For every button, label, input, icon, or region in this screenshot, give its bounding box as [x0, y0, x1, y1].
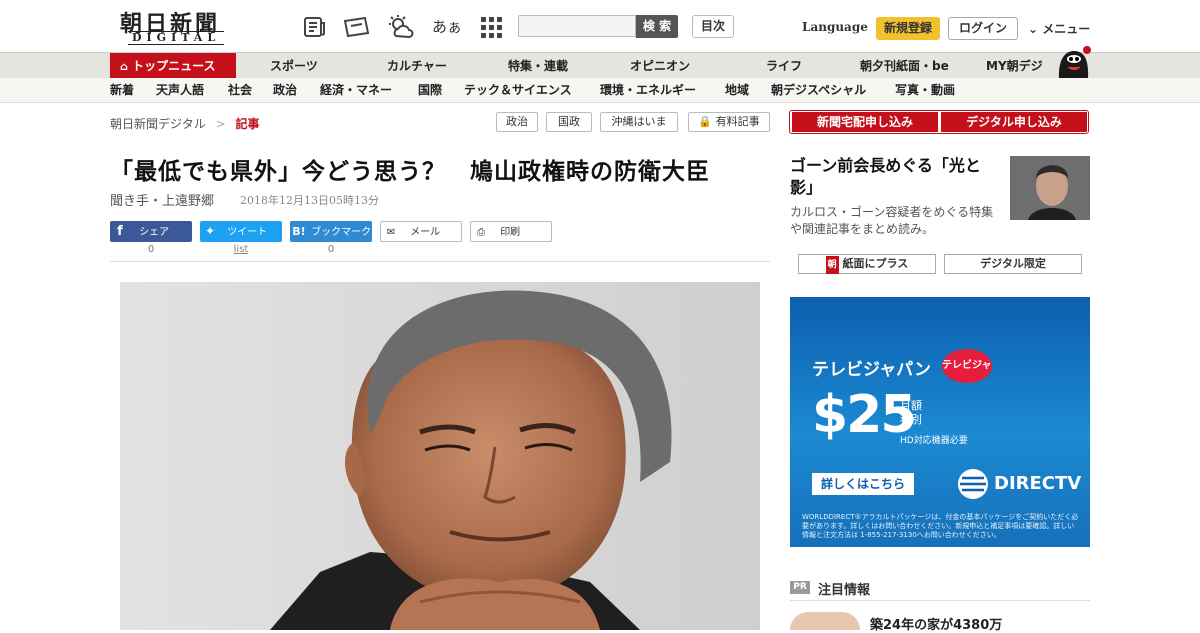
grid-icon[interactable]	[478, 14, 504, 40]
divider	[790, 600, 1090, 601]
feature-headline[interactable]: ゴーン前会長めぐる「光と影」	[790, 155, 1000, 199]
index-button[interactable]: 目次	[692, 15, 734, 38]
top-header: 朝日新聞 DIGITAL あぁ 検 索 目次 Language 新規登録 ログイ…	[0, 0, 1200, 52]
nav-item-sports[interactable]: スポーツ	[270, 53, 318, 79]
lock-icon: 🔒	[698, 115, 713, 128]
ad-note: HD対応機器必要	[900, 436, 968, 446]
print-icon: ⎙	[477, 227, 485, 238]
nav-item-my-asahi[interactable]: MY朝デジ	[986, 53, 1043, 79]
nav-item-culture[interactable]: カルチャー	[387, 53, 447, 79]
pr-badge: PR	[790, 581, 810, 594]
hatena-icon: B!	[292, 225, 306, 238]
nav2-item-environment[interactable]: 環境・エネルギー	[600, 78, 696, 102]
mail-icon: ✉	[386, 227, 396, 238]
twitter-share-count[interactable]: list	[200, 244, 282, 255]
nav2-item-society[interactable]: 社会	[228, 78, 252, 102]
tag-national-politics[interactable]: 国政	[546, 112, 592, 132]
nav2-item-special[interactable]: 朝デジスペシャル	[771, 78, 866, 102]
portrait-illustration	[120, 282, 760, 630]
subscribe-digital-button[interactable]: デジタル申し込み	[941, 112, 1087, 132]
ad-brand: テレビジャパン	[812, 360, 931, 380]
subscribe-paper-button[interactable]: 新聞宅配申し込み	[792, 112, 938, 132]
twitter-share-button[interactable]: ✦ ツイート	[200, 221, 282, 242]
hatena-bookmark-count: 0	[327, 244, 335, 255]
nav2-item-tech[interactable]: テック＆サイエンス	[464, 78, 572, 102]
language-link[interactable]: Language	[802, 20, 868, 34]
primary-nav: ⌂ トップニュース スポーツ カルチャー 特集・連載 オピニオン ライフ 朝夕刊…	[0, 46, 1200, 79]
font-size-icon[interactable]: あぁ	[432, 16, 462, 37]
coupon-icon[interactable]	[342, 14, 372, 40]
tag-okinawa[interactable]: 沖縄はいま	[600, 112, 678, 132]
feature-thumbnail[interactable]	[1010, 156, 1090, 220]
mail-share-button[interactable]: ✉ メール	[380, 221, 462, 242]
breadcrumb-home[interactable]: 朝日新聞デジタル	[110, 117, 206, 131]
ad-brand-logo: テレビジャパン	[942, 349, 992, 383]
nav-item-top-news[interactable]: ⌂ トップニュース	[110, 53, 236, 79]
breadcrumb-separator: >	[215, 117, 226, 131]
facebook-share-button[interactable]: f シェア	[110, 221, 192, 242]
nav2-item-region[interactable]: 地域	[725, 78, 749, 102]
ad-price-unit-2: 税別	[900, 413, 922, 426]
newspaper-icon[interactable]	[302, 14, 328, 40]
chevron-down-icon: ⌄	[1028, 22, 1039, 36]
pr-item-link[interactable]: 築24年の家が4380万	[870, 614, 1002, 633]
secondary-nav: 新着 天声人語 社会 政治 経済・マネー 国際 テック＆サイエンス 環境・エネル…	[0, 78, 1200, 103]
tag-politics[interactable]: 政治	[496, 112, 538, 132]
att-globe-icon	[958, 469, 988, 499]
login-button[interactable]: ログイン	[948, 17, 1018, 40]
article-photo[interactable]	[120, 282, 760, 630]
nav-item-features[interactable]: 特集・連載	[508, 53, 568, 79]
advertisement[interactable]: テレビジャパン テレビジャパン $25 月額 税別 HD対応機器必要 詳しくはこ…	[790, 297, 1090, 547]
divider	[110, 261, 770, 262]
twitter-icon: ✦	[204, 224, 216, 238]
register-button[interactable]: 新規登録	[876, 17, 940, 40]
paper-icon: 朝	[825, 256, 839, 274]
article-date: 2018年12月13日05時13分	[240, 194, 379, 207]
hatena-bookmark-button[interactable]: B! ブックマーク	[290, 221, 372, 242]
ad-fine-print: WORLDDIRECT®アラカルトパッケージは、付金の基本パッケージをご契約いた…	[802, 513, 1079, 539]
nav2-item-politics[interactable]: 政治	[273, 78, 297, 102]
facebook-icon: f	[117, 224, 123, 239]
nav2-item-latest[interactable]: 新着	[110, 78, 134, 102]
article-title: 「最低でも県外」今どう思う？ 鳩山政権時の防衛大臣	[110, 159, 710, 185]
nav-item-paper[interactable]: 朝夕刊紙面・be	[860, 53, 949, 79]
breadcrumb-current[interactable]: 記事	[235, 117, 259, 131]
breadcrumb: 朝日新聞デジタル > 記事	[110, 115, 260, 132]
home-icon: ⌂	[120, 60, 128, 73]
tab-paper-plus[interactable]: 朝 紙面にプラス	[798, 254, 936, 274]
tab-digital-only[interactable]: デジタル限定	[944, 254, 1082, 274]
search-input[interactable]	[518, 15, 636, 37]
site-logo-sub[interactable]: DIGITAL	[128, 31, 225, 45]
mascot-icon[interactable]	[1054, 45, 1092, 79]
nav-item-life[interactable]: ライフ	[766, 53, 802, 79]
ad-cta-button[interactable]: 詳しくはこちら	[812, 473, 914, 495]
tag-paid-article[interactable]: 🔒 有料記事	[688, 112, 770, 132]
menu-label: メニュー	[1042, 22, 1091, 36]
feature-description: カルロス・ゴーン容疑者をめぐる特集や関連記事をまとめ読み。	[790, 205, 994, 236]
nav2-item-photo[interactable]: 写真・動画	[895, 78, 955, 102]
facebook-share-count: 0	[147, 244, 155, 255]
article-author: 聞き手・上遠野郷	[110, 194, 215, 209]
pr-thumbnail[interactable]	[790, 612, 860, 630]
nav-item-opinion[interactable]: オピニオン	[630, 53, 690, 79]
ad-provider: DIRECTV	[994, 473, 1082, 494]
pr-section-title: 注目情報	[818, 583, 871, 598]
search-button[interactable]: 検 索	[636, 15, 678, 38]
nav2-item-world[interactable]: 国際	[418, 78, 442, 102]
menu-button[interactable]: ⌄ メニュー	[1028, 20, 1090, 37]
nav2-item-economy[interactable]: 経済・マネー	[320, 78, 392, 102]
weather-icon[interactable]	[386, 14, 416, 40]
print-button[interactable]: ⎙ 印刷	[470, 221, 552, 242]
nav2-item-tensei[interactable]: 天声人語	[156, 78, 204, 102]
